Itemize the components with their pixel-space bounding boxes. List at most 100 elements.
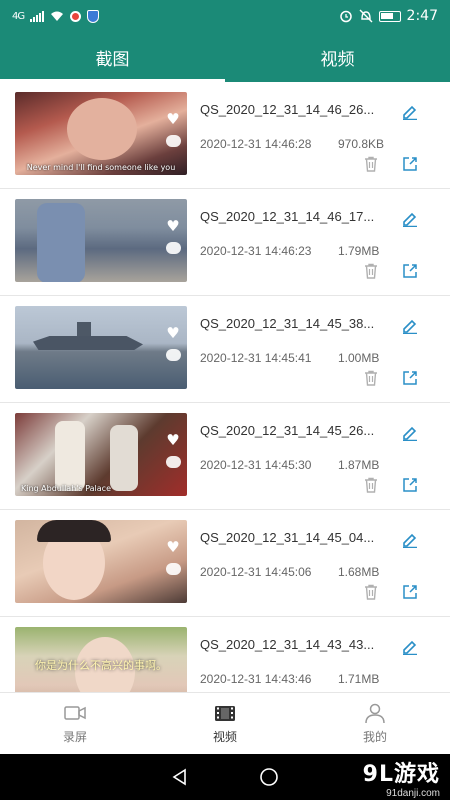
video-title: QS_2020_12_31_14_46_26... (200, 102, 375, 117)
nav-mine-label: 我的 (362, 730, 387, 744)
watermark-logo: 9L游戏 (362, 762, 440, 787)
clock: 2:47 (406, 8, 438, 24)
video-title: QS_2020_12_31_14_45_04... (200, 530, 375, 545)
nav-record[interactable]: 录屏 (0, 693, 150, 754)
battery-icon (378, 10, 401, 22)
comment-icon (165, 135, 181, 147)
video-list[interactable]: ♥ Never mind I'll find someone like you … (0, 82, 450, 692)
share-icon[interactable] (402, 584, 418, 600)
share-icon[interactable] (402, 477, 418, 493)
thumb-caption: Never mind I'll find someone like you (26, 163, 176, 172)
trash-icon[interactable] (363, 477, 379, 493)
video-thumbnail[interactable]: ♥ King Abdullah's Palace (15, 413, 187, 496)
thumb-hair (37, 520, 111, 542)
heart-icon: ♥ (166, 110, 180, 128)
video-size: 1.71MB (338, 672, 380, 686)
trash-icon[interactable] (363, 370, 379, 386)
system-nav-bar: 9L游戏 91danji.com (0, 754, 450, 800)
heart-icon: ♥ (166, 324, 180, 342)
thumb-figure (55, 421, 85, 491)
camera-icon (64, 706, 86, 720)
video-size: 1.00MB (338, 351, 380, 365)
tab-videos[interactable]: 视频 (225, 32, 450, 82)
video-title: QS_2020_12_31_14_43_43... (200, 637, 375, 652)
video-date: 2020-12-31 14:46:28 (200, 137, 312, 151)
thumb-face (67, 98, 137, 160)
video-thumbnail[interactable]: 你是为什么不高兴的事啊。 (15, 627, 187, 692)
video-date: 2020-12-31 14:46:23 (200, 244, 312, 258)
thumb-ship (33, 336, 143, 350)
video-row[interactable]: ♥ Never mind I'll find someone like you … (0, 82, 450, 189)
thumb-overlay-icons: ♥ (163, 540, 183, 575)
status-right: 2:47 (339, 8, 438, 24)
trash-icon[interactable] (363, 156, 379, 172)
video-date: 2020-12-31 14:45:41 (200, 351, 312, 365)
edit-icon[interactable] (402, 639, 418, 655)
video-title: QS_2020_12_31_14_46_17... (200, 209, 375, 224)
nav-videos[interactable]: 视频 (150, 693, 300, 754)
thumb-figure (37, 203, 85, 282)
video-thumbnail[interactable]: ♥ (15, 520, 187, 603)
person-icon (365, 703, 385, 724)
status-bar: 4G 2:47 (0, 0, 450, 32)
nav-videos-label: 视频 (212, 730, 237, 744)
video-thumbnail[interactable]: ♥ Never mind I'll find someone like you (15, 92, 187, 175)
heart-icon: ♥ (166, 217, 180, 235)
comment-icon (165, 563, 181, 575)
video-row[interactable]: ♥ King Abdullah's Palace QS_2020_12_31_1… (0, 403, 450, 510)
edit-icon[interactable] (402, 211, 418, 227)
comment-icon (165, 456, 181, 468)
nav-record-label: 录屏 (62, 730, 87, 744)
home-icon[interactable] (259, 767, 279, 787)
video-date: 2020-12-31 14:45:06 (200, 565, 312, 579)
status-left: 4G (12, 9, 100, 23)
watermark-url: 91danji.com (386, 788, 440, 799)
record-indicator-icon (70, 10, 82, 22)
video-title: QS_2020_12_31_14_45_26... (200, 423, 375, 438)
thumb-overlay-icons: ♥ (163, 326, 183, 361)
video-row[interactable]: 你是为什么不高兴的事啊。 QS_2020_12_31_14_43_43... 2… (0, 617, 450, 692)
wifi-icon (51, 11, 64, 21)
edit-icon[interactable] (402, 318, 418, 334)
video-date: 2020-12-31 14:43:46 (200, 672, 312, 686)
trash-icon[interactable] (363, 263, 379, 279)
thumb-ship-tower (77, 322, 91, 338)
thumb-overlay-icons: ♥ (163, 219, 183, 254)
share-icon[interactable] (402, 263, 418, 279)
video-size: 970.8KB (338, 137, 385, 151)
thumb-caption: 你是为什么不高兴的事啊。 (35, 659, 167, 672)
video-size: 1.87MB (338, 458, 380, 472)
heart-icon: ♥ (166, 431, 180, 449)
trash-icon[interactable] (363, 584, 379, 600)
share-icon[interactable] (402, 156, 418, 172)
video-thumbnail[interactable]: ♥ (15, 199, 187, 282)
edit-icon[interactable] (402, 532, 418, 548)
video-row[interactable]: ♥ QS_2020_12_31_14_46_17... 2020-12-31 1… (0, 189, 450, 296)
watermark: 9L游戏 91danji.com (363, 756, 440, 799)
nav-mine[interactable]: 我的 (300, 693, 450, 754)
thumb-overlay-icons: ♥ (163, 433, 183, 468)
alarm-icon (339, 10, 352, 23)
video-date: 2020-12-31 14:45:30 (200, 458, 312, 472)
video-title: QS_2020_12_31_14_45_38... (200, 316, 375, 331)
bottom-nav: 录屏 视频 我的 (0, 692, 450, 754)
back-icon[interactable] (171, 768, 189, 786)
network-type: 4G (12, 10, 25, 22)
video-thumbnail[interactable]: ♥ (15, 306, 187, 389)
comment-icon (165, 349, 181, 361)
thumb-caption: King Abdullah's Palace (21, 484, 111, 493)
signal-icon (30, 10, 45, 22)
heart-icon: ♥ (166, 538, 180, 556)
video-row[interactable]: ♥ QS_2020_12_31_14_45_38... 2020-12-31 1… (0, 296, 450, 403)
video-size: 1.68MB (338, 565, 380, 579)
mute-icon (359, 9, 373, 23)
edit-icon[interactable] (402, 425, 418, 441)
share-icon[interactable] (402, 370, 418, 386)
thumb-figure (110, 425, 138, 491)
comment-icon (165, 242, 181, 254)
tab-screenshots[interactable]: 截图 (0, 32, 225, 82)
edit-icon[interactable] (402, 104, 418, 120)
film-icon (215, 706, 235, 721)
thumb-overlay-icons: ♥ (163, 112, 183, 147)
video-row[interactable]: ♥ QS_2020_12_31_14_45_04... 2020-12-31 1… (0, 510, 450, 617)
